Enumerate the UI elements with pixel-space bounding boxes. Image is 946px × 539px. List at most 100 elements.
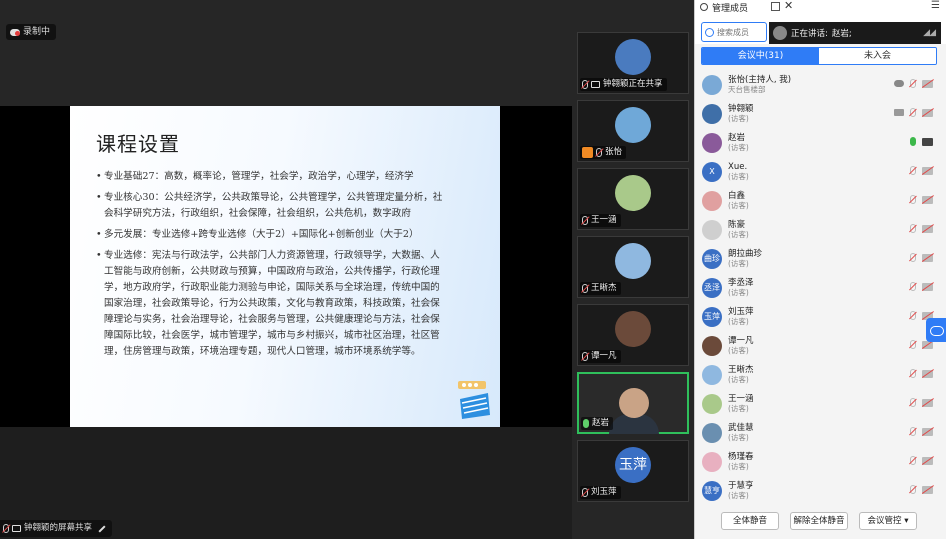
- member-row[interactable]: 王晰杰 (访客): [695, 360, 946, 389]
- member-row[interactable]: 武佳慧 (访客): [695, 418, 946, 447]
- member-row[interactable]: 白鑫 (访客): [695, 186, 946, 215]
- member-row[interactable]: 玉萍 刘玉萍 (访客): [695, 302, 946, 331]
- member-avatar: 玉萍: [702, 306, 722, 327]
- member-text: 朗拉曲珍 (访客): [728, 249, 762, 269]
- camera-off-icon[interactable]: [922, 108, 933, 117]
- video-tile[interactable]: 玉萍 刘玉萍: [577, 440, 689, 502]
- member-row[interactable]: X Xue. (访客): [695, 157, 946, 186]
- annotate-pen-icon[interactable]: [98, 524, 106, 533]
- member-row[interactable]: 赵岩 (访客): [695, 128, 946, 157]
- mic-muted-icon: [582, 216, 588, 225]
- menu-icon[interactable]: ☰: [931, 0, 940, 11]
- member-status-icons: [910, 224, 933, 233]
- member-row[interactable]: 慧亨 于慧亨 (访客): [695, 476, 946, 505]
- participant-avatar: [615, 243, 651, 279]
- member-row[interactable]: 王一涵 (访客): [695, 389, 946, 418]
- camera-off-icon[interactable]: [922, 485, 933, 494]
- member-name: 谭一凡: [728, 335, 754, 346]
- video-tile[interactable]: 王晰杰: [577, 236, 689, 298]
- member-status-icons: [910, 398, 933, 407]
- participant-name: 谭一凡: [591, 351, 617, 361]
- unmute-all-button[interactable]: 解除全体静音: [790, 512, 848, 530]
- mic-muted-icon[interactable]: [910, 195, 916, 204]
- participant-avatar: [615, 39, 651, 75]
- member-row[interactable]: 陈豪 (访客): [695, 215, 946, 244]
- slide-bullet-list: 专业基础27：高数，概率论，管理学，社会学，政治学，心理学，经济学 专业核心30…: [96, 169, 478, 360]
- popout-icon[interactable]: [771, 2, 780, 11]
- member-tabs: 会议中(31) 未入会: [701, 47, 937, 65]
- mic-muted-icon[interactable]: [910, 369, 916, 378]
- member-status-icons: [910, 369, 933, 378]
- member-search-input[interactable]: [717, 27, 761, 37]
- camera-off-icon[interactable]: [922, 195, 933, 204]
- mic-muted-icon[interactable]: [910, 311, 916, 320]
- mic-muted-icon[interactable]: [910, 224, 916, 233]
- member-avatar: [702, 219, 722, 240]
- member-search-box[interactable]: [701, 22, 767, 42]
- camera-off-icon[interactable]: [922, 427, 933, 436]
- member-status-icons: [910, 253, 933, 262]
- mic-muted-icon: [3, 524, 9, 533]
- mic-muted-icon[interactable]: [910, 485, 916, 494]
- mic-muted-icon[interactable]: [910, 427, 916, 436]
- camera-off-icon[interactable]: [922, 224, 933, 233]
- tab-in-meeting[interactable]: 会议中(31): [702, 48, 819, 64]
- mic-muted-icon[interactable]: [910, 456, 916, 465]
- camera-on-icon[interactable]: [922, 137, 933, 146]
- video-tile[interactable]: 王一涵: [577, 168, 689, 230]
- slide-bullet: 专业基础27：高数，概率论，管理学，社会学，政治学，心理学，经济学: [96, 169, 448, 185]
- mic-muted-icon[interactable]: [910, 398, 916, 407]
- mic-muted-icon[interactable]: [910, 166, 916, 175]
- member-role: (访客): [728, 142, 749, 152]
- mic-muted-icon[interactable]: [910, 79, 916, 88]
- cloud-side-button[interactable]: [926, 318, 946, 342]
- participant-name: 王一涵: [591, 215, 617, 225]
- tab-not-joined[interactable]: 未入会: [819, 48, 936, 64]
- member-role: (访客): [728, 490, 749, 500]
- slide-title: 课程设置: [96, 132, 180, 156]
- camera-off-icon[interactable]: [922, 369, 933, 378]
- member-row[interactable]: 谭一凡 (访客): [695, 331, 946, 360]
- member-row[interactable]: 曲珍 朗拉曲珍 (访客): [695, 244, 946, 273]
- member-avatar: [702, 74, 722, 95]
- video-tile-label: 谭一凡: [580, 350, 621, 363]
- member-role: (访客): [728, 229, 749, 239]
- mic-muted-icon[interactable]: [910, 282, 916, 291]
- cloud-record-icon: [894, 80, 904, 87]
- mic-muted-icon[interactable]: [910, 108, 916, 117]
- close-icon[interactable]: ✕: [784, 0, 793, 12]
- speaking-indicator: 正在讲话: 赵岩; ◢◢: [769, 22, 941, 44]
- video-tile[interactable]: 谭一凡: [577, 304, 689, 366]
- camera-off-icon[interactable]: [922, 166, 933, 175]
- member-name: 王一涵: [728, 393, 754, 404]
- member-row[interactable]: 钟翱颖 (访客): [695, 99, 946, 128]
- member-name: 杨瑾春: [728, 451, 754, 462]
- mic-on-icon[interactable]: [910, 137, 916, 146]
- screen-share-icon: [591, 81, 600, 88]
- camera-off-icon[interactable]: [922, 282, 933, 291]
- camera-off-icon[interactable]: [922, 253, 933, 262]
- recording-badge[interactable]: 录制中: [6, 24, 57, 40]
- video-tile[interactable]: 赵岩: [577, 372, 689, 434]
- mute-all-button[interactable]: 全体静音: [721, 512, 779, 530]
- member-text: 赵岩 (访客): [728, 133, 749, 153]
- member-status-icons: [910, 195, 933, 204]
- mic-muted-icon[interactable]: [910, 340, 916, 349]
- member-panel: 管理成员 ✕ ☰ 正在讲话: 赵岩; ◢◢ 会议中(31) 未入会 张怡(主持人…: [694, 0, 946, 539]
- member-name: 陈豪: [728, 219, 746, 230]
- member-name: Xue.: [728, 161, 748, 172]
- meeting-controls-button[interactable]: 会议管控 ▾: [859, 512, 917, 530]
- video-tile[interactable]: 钟翱颖正在共享: [577, 32, 689, 94]
- video-tile[interactable]: 张怡: [577, 100, 689, 162]
- mic-muted-icon[interactable]: [910, 253, 916, 262]
- speaking-label: 正在讲话:: [791, 29, 828, 39]
- member-row[interactable]: 杨瑾春 (访客): [695, 447, 946, 476]
- camera-off-icon[interactable]: [922, 79, 933, 88]
- participant-name: 张怡: [605, 147, 623, 157]
- camera-off-icon[interactable]: [922, 398, 933, 407]
- camera-off-icon[interactable]: [922, 456, 933, 465]
- member-avatar: [702, 422, 722, 443]
- member-row[interactable]: 张怡(主持人, 我) 天台售楼部: [695, 70, 946, 99]
- member-row[interactable]: 丞泽 李丞泽 (访客): [695, 273, 946, 302]
- participant-avatar: [615, 175, 651, 211]
